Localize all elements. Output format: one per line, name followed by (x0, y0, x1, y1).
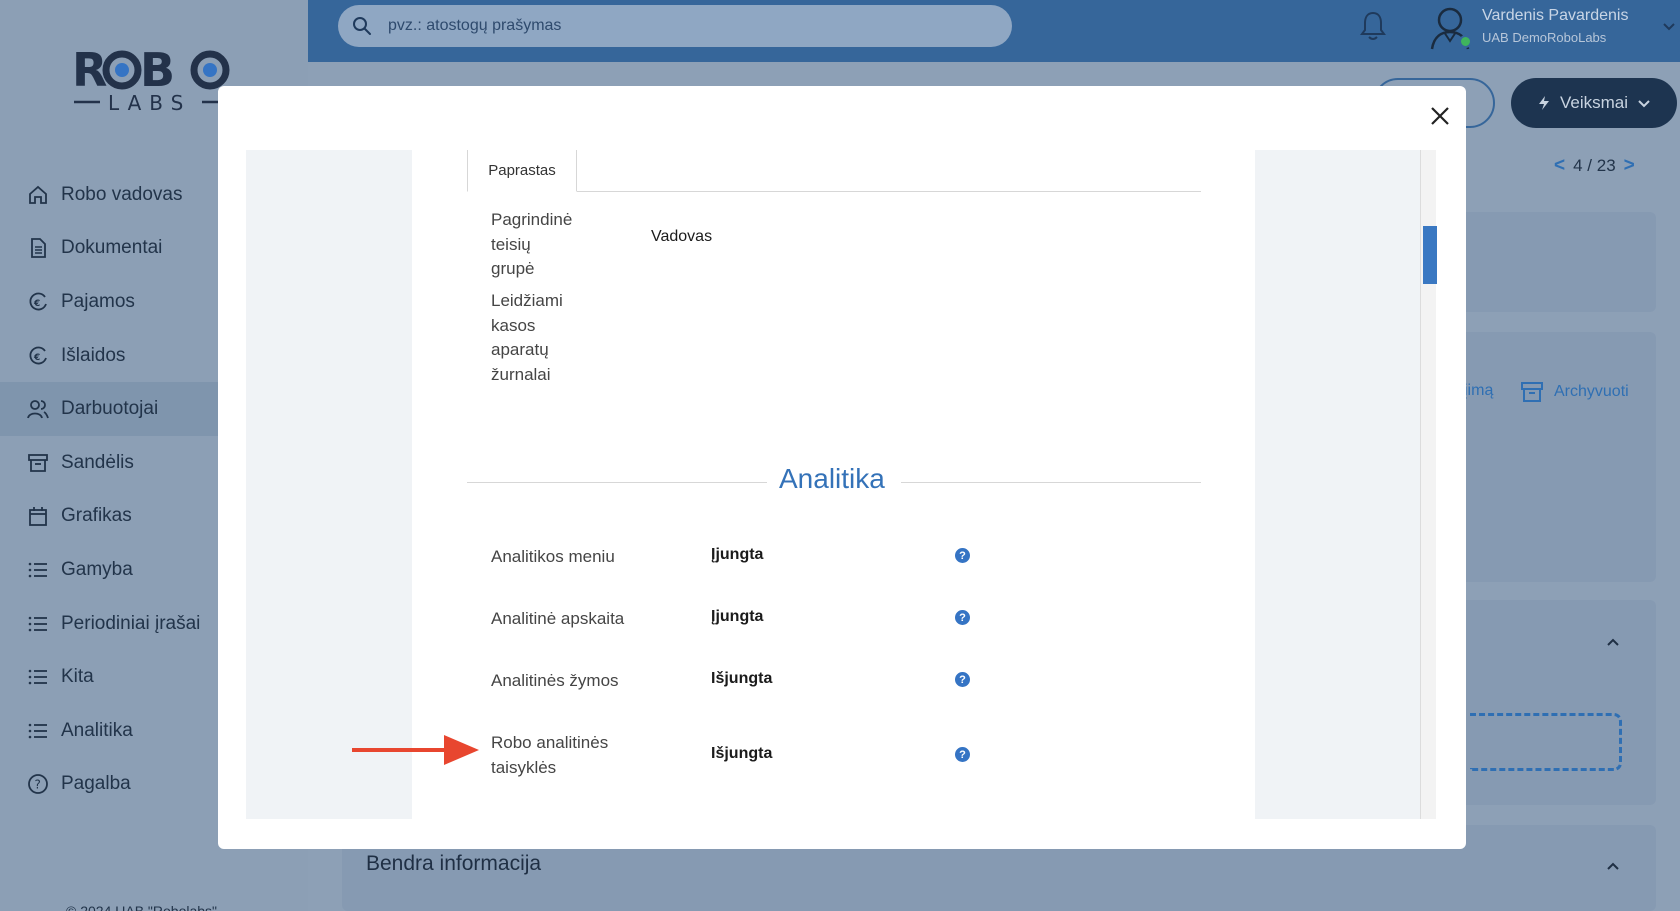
pager-position: 4 / 23 (1573, 156, 1616, 175)
pointer-arrow-icon (352, 735, 479, 765)
help-icon[interactable]: ? (955, 747, 970, 762)
field-value: Vadovas (651, 228, 713, 245)
chevron-down-icon (1638, 100, 1650, 108)
analytics-setting-label-line: Analitikos meniu (491, 547, 615, 566)
global-search[interactable] (338, 5, 1012, 47)
document-icon (27, 237, 49, 259)
viewer-scrollbar[interactable] (1420, 150, 1437, 819)
field-label-line: kasos (491, 315, 536, 335)
svg-text:?: ? (35, 778, 41, 792)
svg-text:€: € (33, 299, 40, 309)
users-icon (27, 398, 49, 420)
sidebar-item-label: Grafikas (61, 505, 132, 527)
close-icon[interactable] (1428, 104, 1452, 128)
sidebar-item-label: Periodiniai įrašai (61, 612, 201, 634)
svg-text:LABS: LABS (108, 91, 191, 115)
analytics-setting-label: Analitinė apskaita (491, 607, 624, 632)
analytics-setting-label-line: taisyklės (491, 757, 557, 777)
svg-text:B: B (140, 43, 175, 97)
upload-dropzone[interactable] (1470, 713, 1622, 771)
section-general-title: Bendra informacija (366, 852, 542, 875)
copyright-text: © 2024 UAB "Robolabs" (66, 903, 218, 911)
sidebar-item-label: Gamyba (61, 558, 133, 580)
analytics-setting-value: Įjungta (711, 546, 764, 563)
analytics-setting-value: Išjungta (711, 745, 773, 762)
lightning-icon (1538, 96, 1549, 110)
analytics-setting-label: Analitinės žymos (491, 669, 619, 694)
help-circle-icon: ? (27, 773, 49, 795)
list-icon (27, 559, 49, 581)
record-pager: < 4 / 23 > (1554, 155, 1635, 177)
analytics-setting-label: Analitikos meniu (491, 545, 615, 570)
actions-button[interactable]: Veiksmai (1511, 78, 1677, 128)
robolabs-logo[interactable]: R B LABS (72, 40, 232, 118)
section-divider (901, 482, 1201, 483)
sidebar-item-label: Darbuotojai (61, 398, 159, 420)
archive-label: Archyvuoti (1554, 383, 1629, 400)
tab-paprastas[interactable]: Paprastas (467, 150, 577, 192)
svg-text:€: € (33, 353, 40, 363)
analytics-setting-label-line: Analitinė apskaita (491, 609, 625, 628)
field-label-line: teisių (491, 234, 531, 254)
user-company: UAB DemoRoboLabs (1482, 30, 1607, 45)
list-icon (27, 613, 49, 635)
analytics-setting-value: Įjungta (711, 608, 764, 625)
section-divider (467, 482, 767, 483)
archive-button[interactable]: Archyvuoti (1520, 380, 1629, 404)
sidebar-item-label: Robo vadovas (61, 183, 183, 205)
search-icon (353, 17, 371, 35)
sidebar-item-label: Pajamos (61, 290, 135, 312)
euro-out-icon: € (27, 345, 49, 367)
euro-in-icon: € (27, 291, 49, 313)
analytics-section-title: Analitika (779, 463, 885, 494)
tab-divider (467, 191, 1201, 192)
pager-next-button[interactable]: > (1624, 155, 1635, 177)
field-label-line: aparatų (491, 340, 549, 359)
analytics-setting-value: Išjungta (711, 670, 773, 687)
sidebar-item-label: Sandėlis (61, 451, 134, 473)
field-label-line: grupė (491, 259, 535, 278)
field-label: Leidžiami kasos aparatų žurnalai (491, 289, 563, 387)
pager-prev-button[interactable]: < (1554, 155, 1565, 177)
sidebar-item-label: Pagalba (61, 773, 131, 795)
help-icon[interactable]: ? (955, 548, 970, 563)
help-icon[interactable]: ? (955, 672, 970, 687)
home-icon (27, 184, 49, 206)
sidebar-item-label: Dokumentai (61, 237, 163, 259)
actions-button-label: Veiksmai (1559, 93, 1629, 112)
analytics-setting-label-line: Robo analitinės (491, 733, 609, 752)
sidebar-item-label: Išlaidos (61, 344, 126, 366)
scrollbar-thumb[interactable] (1423, 226, 1437, 284)
analytics-setting-label-line: Analitinės žymos (491, 671, 619, 690)
analytics-setting-label: Robo analitinės taisyklės (491, 731, 608, 780)
field-label-line: žurnalai (491, 364, 551, 384)
archive-box-icon (27, 452, 49, 474)
top-bar: Vardenis Pavardenis UAB DemoRoboLabs (308, 0, 1680, 62)
svg-text:R: R (72, 43, 107, 97)
chevron-down-icon[interactable] (1662, 20, 1676, 34)
field-label-line: Leidžiami (491, 291, 563, 310)
chevron-up-icon[interactable] (1605, 858, 1621, 874)
sidebar-item-label: Kita (61, 666, 94, 688)
list-icon (27, 666, 49, 688)
field-label: Pagrindinė teisių grupė (491, 208, 572, 282)
chevron-up-icon[interactable] (1605, 634, 1621, 650)
list-icon (27, 720, 49, 742)
calendar-icon (27, 505, 49, 527)
partial-action-label[interactable]: įimą (1464, 382, 1493, 400)
online-status-dot (1459, 35, 1472, 48)
field-label-line: Pagrindinė (491, 210, 573, 229)
search-input[interactable] (388, 17, 948, 35)
user-name: Vardenis Pavardenis (1482, 7, 1629, 24)
sidebar-item-label: Analitika (61, 719, 133, 741)
help-icon[interactable]: ? (955, 610, 970, 625)
notifications-bell-icon[interactable] (1358, 10, 1388, 42)
archive-icon (1521, 382, 1543, 402)
